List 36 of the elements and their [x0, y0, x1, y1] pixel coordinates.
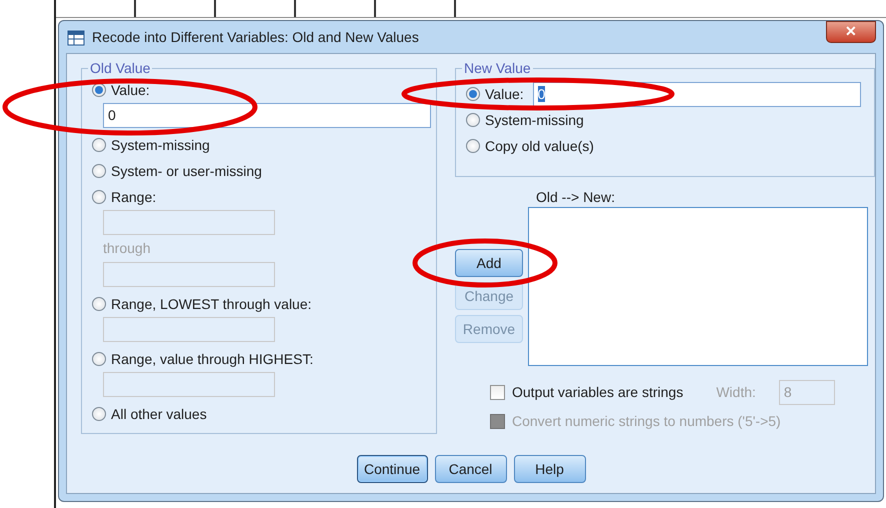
radio-button[interactable]	[92, 164, 106, 178]
group-label: New Value	[462, 60, 533, 76]
radio-label[interactable]: Value:	[485, 84, 524, 104]
radio-label[interactable]: Copy old value(s)	[485, 136, 594, 156]
radio-label[interactable]: System- or user-missing	[111, 160, 262, 182]
dialog-button[interactable]: Cancel	[434, 455, 506, 483]
radio-label[interactable]: Range, LOWEST through value:	[111, 294, 312, 314]
input-field[interactable]: 0	[103, 103, 431, 128]
radio-label[interactable]: System-missing	[111, 134, 210, 156]
action-button[interactable]: Add	[455, 249, 523, 277]
radio-button[interactable]	[466, 87, 480, 101]
window-title: Recode into Different Variables: Old and New Values	[92, 28, 419, 46]
list-label: Old --> New:	[536, 188, 616, 207]
radio-button[interactable]	[92, 407, 106, 421]
mapping-list[interactable]	[528, 207, 868, 366]
field-label: through	[103, 239, 152, 258]
radio-label[interactable]: Range:	[111, 186, 156, 208]
checkbox-label: Convert numeric strings to numbers ('5'->5)	[512, 412, 781, 431]
input-field: 8	[778, 380, 835, 405]
input-field[interactable]: 0	[532, 82, 861, 106]
dialog-button[interactable]: Help	[514, 455, 586, 483]
field-label: Width:	[716, 383, 756, 402]
dialog-button[interactable]: Continue	[356, 455, 428, 483]
radio-button[interactable]	[92, 190, 106, 204]
radio-button[interactable]	[466, 113, 480, 127]
radio-label[interactable]: Value:	[111, 80, 150, 100]
radio-button[interactable]	[92, 352, 106, 366]
checkbox-label[interactable]: Output variables are strings	[512, 382, 684, 403]
checkbox[interactable]	[490, 385, 505, 400]
radio-label[interactable]: Range, value through HIGHEST:	[111, 348, 314, 370]
radio-label[interactable]: System-missing	[485, 110, 584, 130]
radio-label[interactable]: All other values	[111, 404, 207, 424]
radio-button[interactable]	[466, 139, 480, 153]
group-label: Old Value	[88, 60, 152, 76]
radio-button[interactable]	[92, 138, 106, 152]
radio-button[interactable]	[92, 297, 106, 311]
